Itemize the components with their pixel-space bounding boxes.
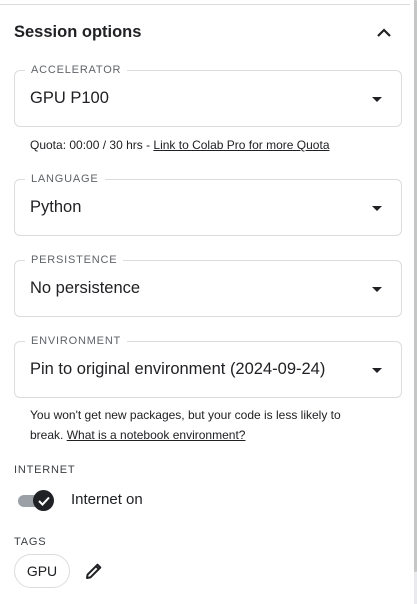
environment-helper-line1: You won't get new packages, but your cod… (30, 408, 341, 422)
accelerator-select[interactable]: ACCELERATOR GPU P100 (14, 64, 402, 127)
environment-info-link[interactable]: What is a notebook environment? (67, 428, 246, 442)
environment-label: ENVIRONMENT (25, 335, 128, 348)
section-header: Session options (14, 20, 396, 44)
pencil-icon[interactable] (82, 559, 106, 583)
tags-label: TAGS (14, 536, 47, 548)
environment-select[interactable]: ENVIRONMENT Pin to original environment … (14, 335, 402, 398)
internet-label: INTERNET (14, 464, 76, 476)
divider (0, 4, 410, 5)
internet-toggle-label: Internet on (71, 491, 143, 508)
quota-info: Quota: 00:00 / 30 hrs - Link to Colab Pr… (30, 135, 330, 155)
environment-value: Pin to original environment (2024-09-24) (30, 360, 326, 378)
toggle-knob (33, 490, 54, 511)
environment-helper-line2: break. (30, 428, 67, 442)
accelerator-label: ACCELERATOR (25, 64, 128, 77)
persistence-value: No persistence (30, 279, 141, 297)
caret-down-icon (372, 368, 382, 373)
persistence-select[interactable]: PERSISTENCE No persistence (14, 254, 402, 317)
caret-down-icon (372, 287, 382, 292)
caret-down-icon (372, 97, 382, 102)
colab-pro-link[interactable]: Link to Colab Pro for more Quota (153, 138, 329, 152)
internet-toggle[interactable] (16, 490, 56, 511)
session-options-panel: Session options ACCELERATOR GPU P100 Quo… (0, 0, 417, 604)
language-value: Python (30, 198, 82, 216)
accelerator-value: GPU P100 (30, 89, 109, 107)
quota-text: Quota: 00:00 / 30 hrs - (30, 138, 154, 152)
environment-helper: You won't get new packages, but your cod… (30, 405, 341, 445)
section-title: Session options (14, 22, 142, 41)
caret-down-icon (372, 206, 382, 211)
persistence-label: PERSISTENCE (25, 254, 124, 267)
tag-chip[interactable]: GPU (14, 554, 70, 588)
chevron-up-icon[interactable] (372, 20, 396, 44)
language-label: LANGUAGE (25, 173, 105, 186)
language-select[interactable]: LANGUAGE Python (14, 173, 402, 236)
check-icon (37, 496, 50, 506)
